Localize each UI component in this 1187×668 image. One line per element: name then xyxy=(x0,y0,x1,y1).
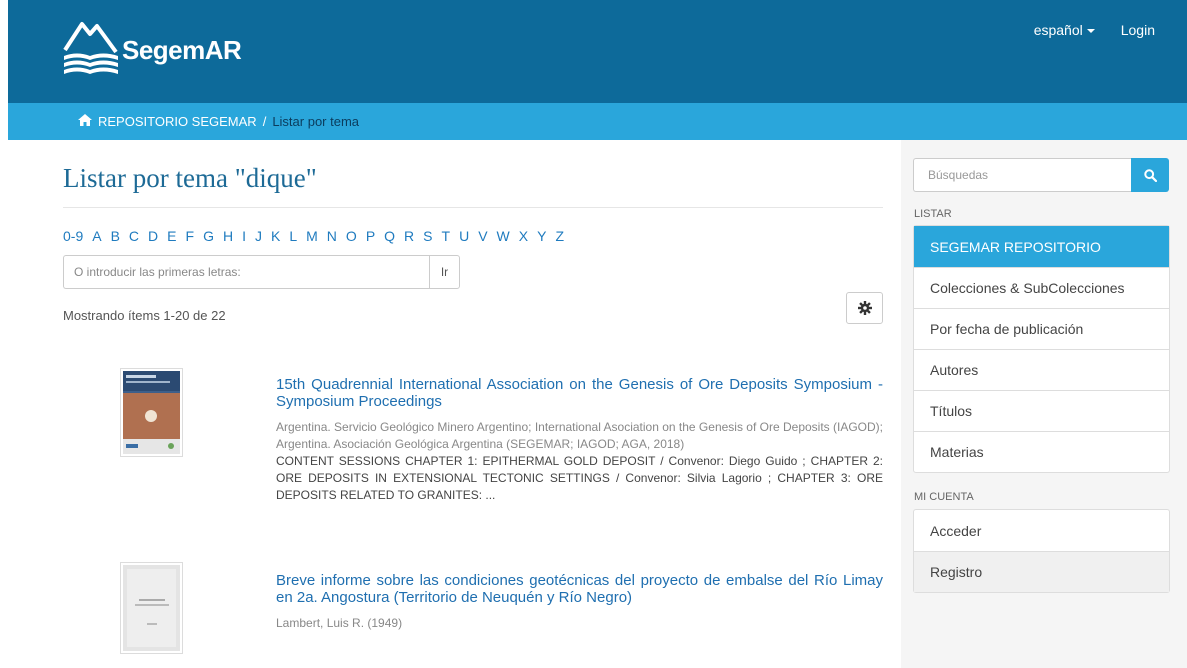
browse-item[interactable]: Materias xyxy=(914,431,1169,472)
letter-link[interactable]: P xyxy=(366,228,375,244)
search-icon xyxy=(1143,168,1157,182)
letter-link[interactable]: U xyxy=(459,228,469,244)
letter-link[interactable]: F xyxy=(186,228,195,244)
starts-with-input[interactable]: O introducir las primeras letras: xyxy=(63,255,429,289)
mountain-book-icon xyxy=(63,22,118,74)
letter-link[interactable]: M xyxy=(306,228,318,244)
browse-item[interactable]: Colecciones & SubColecciones xyxy=(914,267,1169,308)
search-input[interactable]: Búsquedas xyxy=(913,158,1131,192)
account-heading: MI CUENTA xyxy=(914,491,974,503)
breadcrumb-current: Listar por tema xyxy=(272,114,360,129)
browse-heading: LISTAR xyxy=(914,208,952,220)
breadcrumb: REPOSITORIO SEGEMAR / Listar por tema xyxy=(8,103,1187,140)
letter-link[interactable]: C xyxy=(129,228,139,244)
brand-name: SegemAR xyxy=(122,35,242,65)
letter-link[interactable]: T xyxy=(442,228,451,244)
sidebar: Búsquedas LISTAR SEGEMAR REPOSITORIO Cole… xyxy=(901,140,1187,668)
item-abstract: CONTENT SESSIONS CHAPTER 1: EPITHERMAL G… xyxy=(276,454,883,502)
main-content: Listar por tema "dique" 0-9 A B C D E F G H I J K L M… xyxy=(63,140,883,654)
account-item[interactable]: Registro xyxy=(914,551,1169,592)
browse-item[interactable]: Por fecha de publicación xyxy=(914,308,1169,349)
letter-link[interactable]: E xyxy=(167,228,176,244)
letter-link[interactable]: X xyxy=(519,228,528,244)
browse-item[interactable]: Autores xyxy=(914,349,1169,390)
top-header: SegemAR español Login xyxy=(0,0,1187,103)
breadcrumb-separator: / xyxy=(262,114,267,129)
letter-link[interactable]: J xyxy=(255,228,262,244)
browse-list: SEGEMAR REPOSITORIO Colecciones & SubCole… xyxy=(913,225,1170,473)
item-title-link[interactable]: 15th Quadrennial International Associati… xyxy=(276,376,883,410)
search-form: Búsquedas xyxy=(913,158,1169,192)
item-title-link[interactable]: Breve informe sobre las condiciones geot… xyxy=(276,572,883,606)
settings-button[interactable] xyxy=(846,292,883,324)
home-icon[interactable] xyxy=(78,114,92,129)
page-title: Listar por tema "dique" xyxy=(63,163,317,193)
caret-down-icon xyxy=(1086,29,1095,34)
item-thumbnail[interactable] xyxy=(120,562,183,654)
top-nav: español Login xyxy=(1034,22,1155,38)
results-count: Mostrando ítems 1-20 de 22 xyxy=(63,308,226,323)
letter-link[interactable]: G xyxy=(203,228,214,244)
letter-link[interactable]: N xyxy=(327,228,337,244)
gear-icon xyxy=(857,301,872,315)
browse-item[interactable]: SEGEMAR REPOSITORIO xyxy=(914,226,1169,267)
page-edge xyxy=(0,0,8,668)
letter-link[interactable]: I xyxy=(242,228,246,244)
item-body: 15th Quadrennial International Associati… xyxy=(276,376,883,504)
language-label: español xyxy=(1033,22,1083,38)
item-body: Breve informe sobre las condiciones geot… xyxy=(276,572,883,632)
browse-item[interactable]: Títulos xyxy=(914,390,1169,431)
segemar-logo[interactable]: SegemAR xyxy=(62,18,242,76)
account-item[interactable]: Acceder xyxy=(914,510,1169,551)
letter-link[interactable]: A xyxy=(92,228,101,244)
letter-link[interactable]: O xyxy=(346,228,357,244)
language-selector[interactable]: español xyxy=(1034,22,1095,38)
login-link[interactable]: Login xyxy=(1121,22,1155,38)
letter-link[interactable]: K xyxy=(271,228,280,244)
alphabet-index: 0-9 A B C D E F G H I J K L M N O P Q R S T U V W X Y Z xyxy=(63,228,883,244)
account-list: Acceder Registro xyxy=(913,509,1170,593)
letter-link[interactable]: D xyxy=(148,228,158,244)
letter-link[interactable]: L xyxy=(289,228,297,244)
starts-with-form: O introducir las primeras letras: Ir xyxy=(63,255,883,289)
breadcrumb-home-link[interactable]: REPOSITORIO SEGEMAR xyxy=(98,114,257,129)
letter-link[interactable]: S xyxy=(423,228,432,244)
letter-link[interactable]: V xyxy=(478,228,487,244)
item-authors: Lambert, Luis R. (1949) xyxy=(276,616,403,630)
search-button[interactable] xyxy=(1131,158,1169,192)
divider xyxy=(63,207,883,208)
item-thumbnail[interactable] xyxy=(120,368,183,457)
go-button[interactable]: Ir xyxy=(429,255,460,289)
letter-link[interactable]: Z xyxy=(555,228,564,244)
item-authors: Argentina. Servicio Geológico Minero Arg… xyxy=(276,420,883,451)
letter-link[interactable]: 0-9 xyxy=(63,228,83,244)
letter-link[interactable]: R xyxy=(404,228,414,244)
letter-link[interactable]: Q xyxy=(384,228,395,244)
letter-link[interactable]: H xyxy=(223,228,233,244)
letter-link[interactable]: Y xyxy=(537,228,546,244)
letter-link[interactable]: B xyxy=(111,228,120,244)
letter-link[interactable]: W xyxy=(497,228,510,244)
